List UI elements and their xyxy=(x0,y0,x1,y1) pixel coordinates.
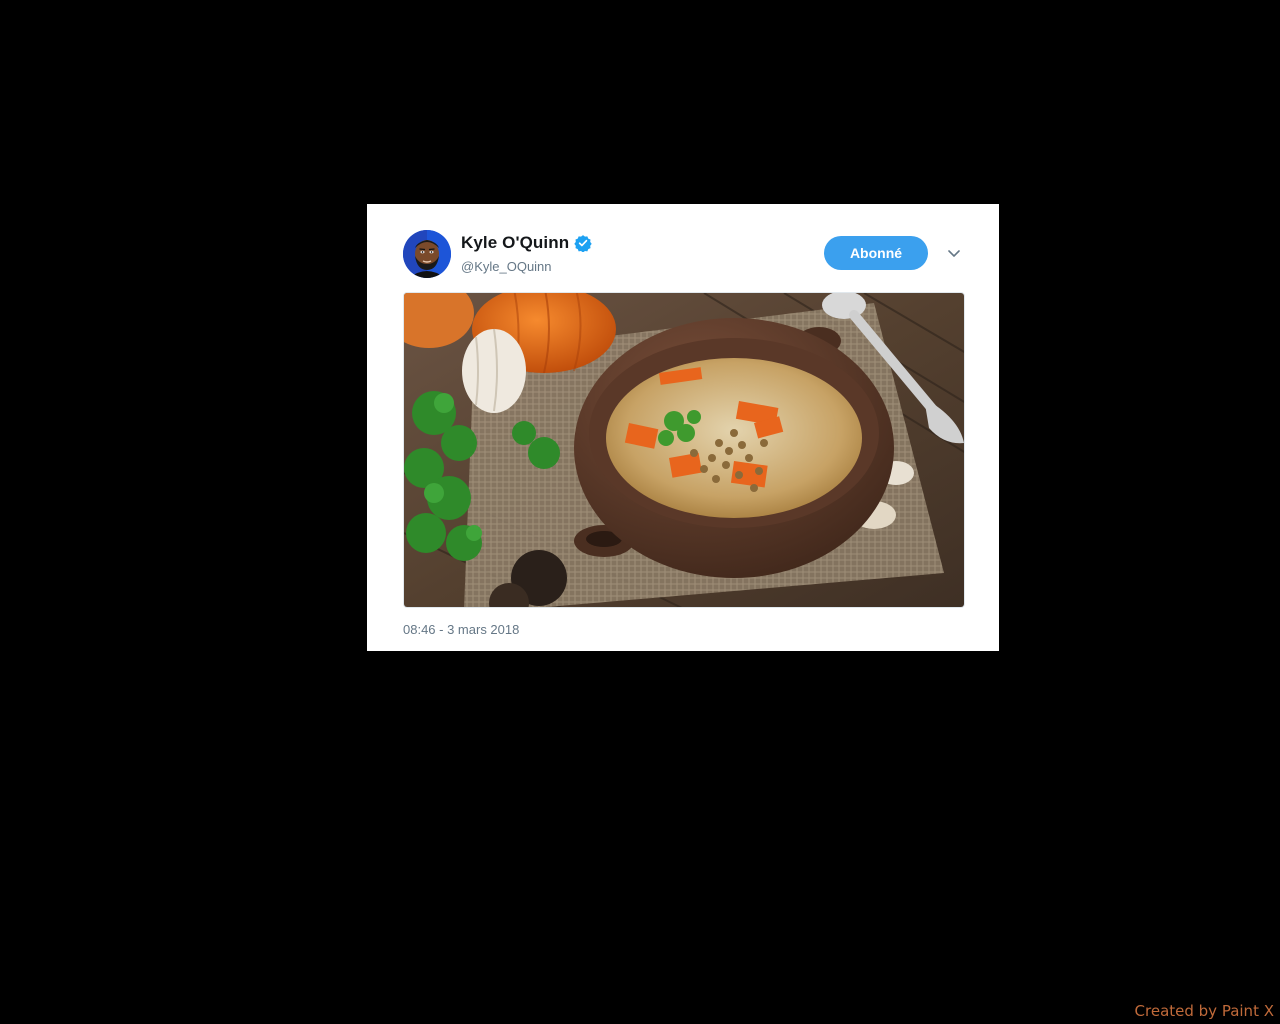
author-handle[interactable]: @Kyle_OQuinn xyxy=(461,259,552,274)
tweet-card: Kyle O'Quinn @Kyle_OQuinn Abonné 08:46 -… xyxy=(367,204,999,651)
author-name-row[interactable]: Kyle O'Quinn xyxy=(461,232,592,254)
tweet-timestamp[interactable]: 08:46 - 3 mars 2018 xyxy=(403,622,519,637)
tweet-photo[interactable] xyxy=(403,292,965,608)
follow-button[interactable]: Abonné xyxy=(824,236,928,270)
author-display-name[interactable]: Kyle O'Quinn xyxy=(461,233,569,253)
watermark-text: Created by Paint X xyxy=(1134,1002,1274,1020)
verified-badge-icon xyxy=(574,234,592,253)
avatar[interactable] xyxy=(403,230,451,278)
photo-soup-bowl-icon xyxy=(404,293,964,607)
cartoon-avatar-icon xyxy=(403,230,451,278)
chevron-down-icon[interactable] xyxy=(945,244,963,262)
screen-canvas: Kyle O'Quinn @Kyle_OQuinn Abonné 08:46 -… xyxy=(0,0,1280,1024)
